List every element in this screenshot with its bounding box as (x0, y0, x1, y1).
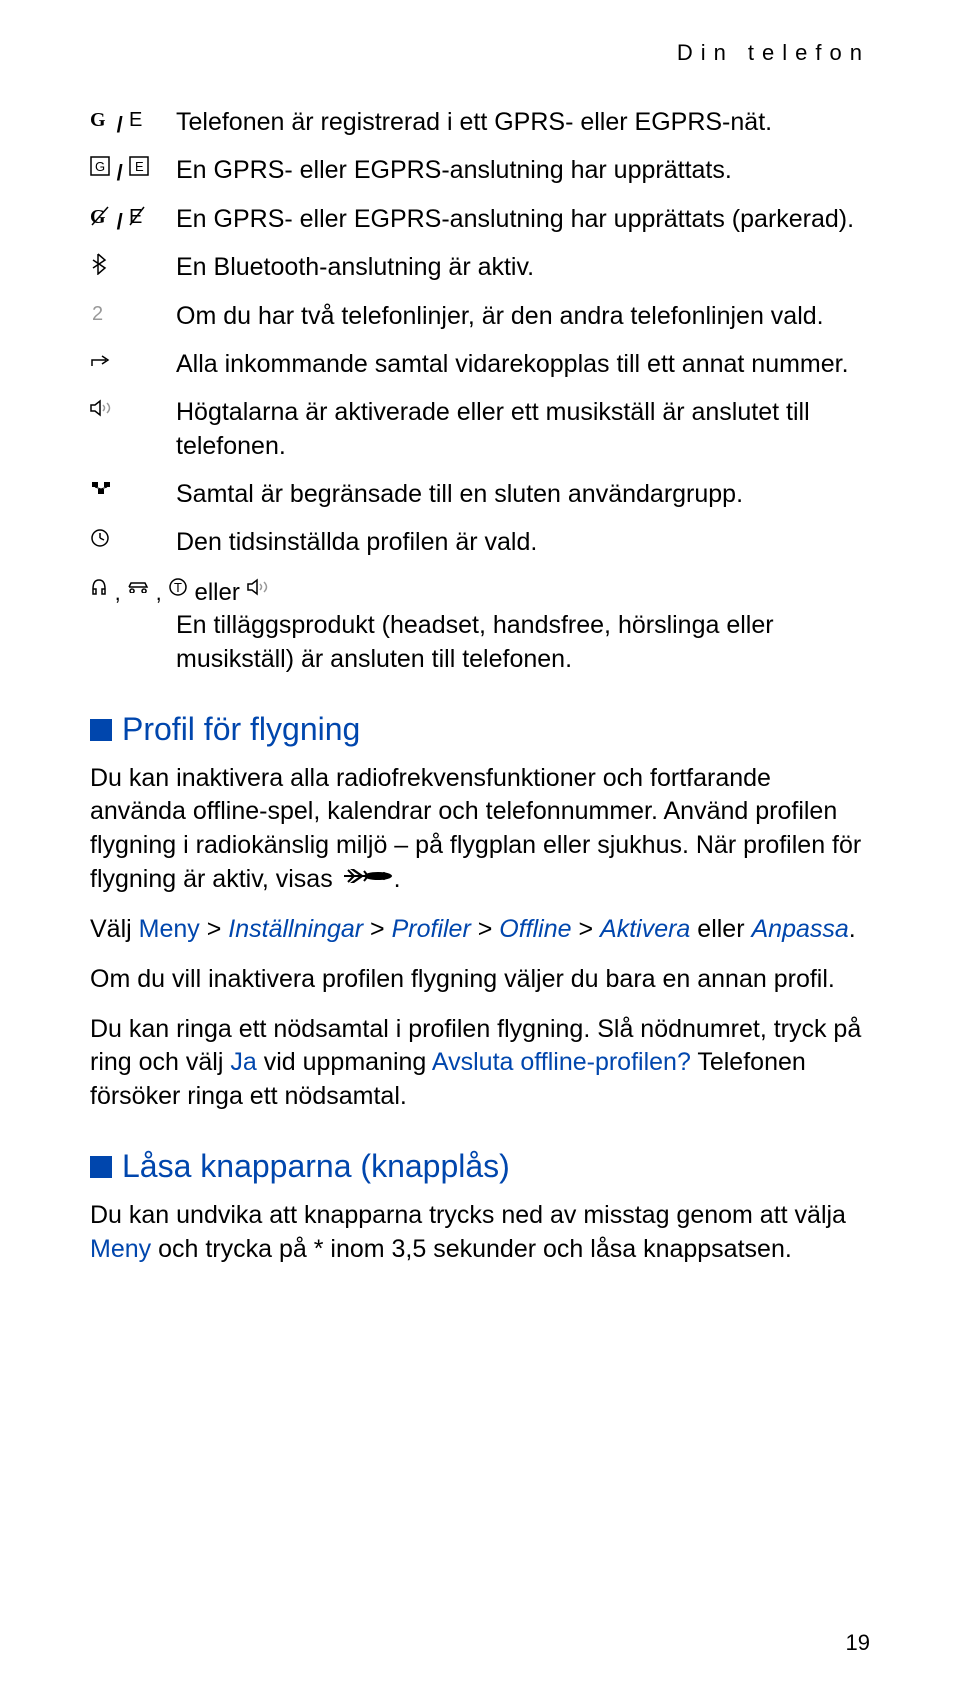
text-span: > (578, 915, 600, 943)
page-number: 19 (846, 1630, 870, 1656)
text-span: vid uppmaning (257, 1048, 432, 1076)
section-title-text: Profil för flygning (122, 711, 360, 747)
text-span: och trycka på * inom 3,5 sekunder och lå… (151, 1235, 792, 1263)
keylock-paragraph-1: Du kan undvika att knapparna trycks ned … (90, 1199, 870, 1267)
gprs-egprs-icons: G / E (90, 106, 176, 140)
headset-icon (90, 577, 108, 597)
row-text: Om du har två telefonlinjer, är den andr… (176, 300, 870, 334)
menu-path-item: Anpassa (751, 915, 848, 943)
text-span: > (200, 915, 229, 943)
square-bullet-icon (90, 719, 112, 741)
gprs-slash-egprs-slash-icons: G / E (90, 203, 176, 237)
flight-paragraph-3: Om du vill inaktivera profilen flygning … (90, 963, 870, 997)
section-heading-keylock: Låsa knapparna (knapplås) (90, 1148, 870, 1185)
row-text: Alla inkommande samtal vidarekopplas til… (176, 348, 870, 382)
accessory-icons: , , T eller (90, 575, 273, 609)
call-forward-icon (90, 348, 176, 382)
svg-text:E: E (135, 159, 144, 174)
status-row: G / E En GPRS- eller EGPRS-anslutning ha… (90, 154, 870, 188)
line-two-icon: 2 (90, 300, 176, 334)
section-title-text: Låsa knapparna (knapplås) (122, 1148, 510, 1184)
menu-path-item: Meny (139, 915, 200, 943)
text-span: Välj (90, 915, 139, 943)
loopset-icon: T (168, 577, 188, 597)
gprs-box-egprs-box-icons: G / E (90, 154, 176, 188)
option-text: Ja (230, 1048, 256, 1076)
status-row: 2 Om du har två telefonlinjer, är den an… (90, 300, 870, 334)
row-text: Den tidsinställda profilen är vald. (176, 526, 870, 560)
status-row: Samtal är begränsade till en sluten anvä… (90, 478, 870, 512)
svg-text:G: G (95, 159, 105, 174)
svg-text:T: T (174, 580, 182, 595)
flight-paragraph-2: Välj Meny > Inställningar > Profiler > O… (90, 913, 870, 947)
airplane-icon (340, 861, 394, 895)
row-text: En Bluetooth-anslutning är aktiv. (176, 251, 870, 285)
section-heading-flight: Profil för flygning (90, 711, 870, 748)
menu-path-item: Meny (90, 1235, 151, 1263)
text-span: . (849, 915, 856, 943)
handsfree-icon (127, 577, 149, 593)
row-text: En GPRS- eller EGPRS-anslutning har uppr… (176, 203, 870, 237)
status-row: G / E En GPRS- eller EGPRS-anslutning ha… (90, 203, 870, 237)
flight-paragraph-4: Du kan ringa ett nödsamtal i profilen fl… (90, 1013, 870, 1114)
menu-path-item: Aktivera (600, 915, 690, 943)
menu-path-item: Offline (499, 915, 578, 943)
svg-text:2: 2 (92, 303, 103, 324)
timed-profile-icon (90, 526, 176, 560)
music-stand-speaker-icon (247, 577, 273, 597)
row-text: Samtal är begränsade till en sluten anvä… (176, 478, 870, 512)
accessory-text: En tilläggsprodukt (headset, handsfree, … (176, 609, 870, 677)
text-span: > (471, 915, 500, 943)
flight-paragraph-1: Du kan inaktivera alla radiofrekvensfunk… (90, 762, 870, 898)
text-span: Du kan undvika att knapparna trycks ned … (90, 1201, 846, 1229)
row-text: En GPRS- eller EGPRS-anslutning har uppr… (176, 154, 870, 188)
menu-path-item: Inställningar (228, 915, 363, 943)
accessory-row: , , T eller (90, 575, 870, 609)
bluetooth-icon (90, 251, 176, 285)
closed-group-icon (90, 478, 176, 512)
page-header: Din telefon (90, 40, 870, 66)
svg-text:G: G (90, 109, 106, 130)
status-row: Högtalarna är aktiverade eller ett musik… (90, 396, 870, 464)
connector-text: eller (194, 579, 246, 606)
text-span: Du kan inaktivera alla radiofrekvensfunk… (90, 764, 861, 893)
status-row: G / E Telefonen är registrerad i ett GPR… (90, 106, 870, 140)
text-span: > (363, 915, 392, 943)
square-bullet-icon (90, 1156, 112, 1178)
text-span: . (394, 865, 401, 893)
row-text: Telefonen är registrerad i ett GPRS- ell… (176, 106, 870, 140)
prompt-text: Avsluta offline-profilen? (432, 1048, 691, 1076)
svg-text:E: E (129, 109, 142, 130)
speaker-icon (90, 396, 176, 464)
text-span: eller (690, 915, 751, 943)
status-row: Den tidsinställda profilen är vald. (90, 526, 870, 560)
status-row: En Bluetooth-anslutning är aktiv. (90, 251, 870, 285)
status-row: Alla inkommande samtal vidarekopplas til… (90, 348, 870, 382)
row-text: Högtalarna är aktiverade eller ett musik… (176, 396, 870, 464)
menu-path-item: Profiler (392, 915, 471, 943)
